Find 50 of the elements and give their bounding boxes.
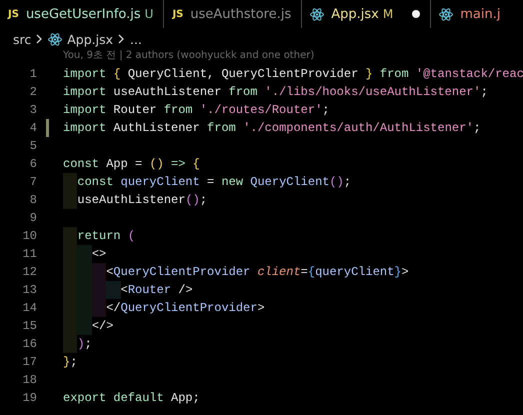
editor-tab[interactable]: main.j — [431, 0, 510, 28]
line-number: 7 — [28, 175, 37, 189]
code-line: const App = () => { — [63, 156, 200, 173]
breadcrumb-item[interactable]: src — [13, 32, 32, 46]
chevron-icon — [36, 34, 44, 44]
code-line: ); — [63, 335, 92, 353]
code-line: <QueryClientProvider client={queryClient}> — [63, 263, 409, 281]
line-number: 13 — [22, 283, 37, 297]
code-line: import Router from './routes/Router'; — [63, 102, 330, 119]
code-line: }; — [63, 354, 78, 371]
code-line: <Router /> — [63, 281, 193, 299]
line-number: 17 — [22, 355, 37, 369]
react-icon — [439, 8, 454, 20]
code-line: import { QueryClient, QueryClientProvider } from '@tanstack/reac — [63, 66, 523, 83]
editor-tab[interactable]: JS useGetUserInfo.js U — [0, 0, 164, 28]
js-file-icon: JS — [172, 8, 184, 20]
js-file-icon: JS — [8, 8, 19, 20]
blame-annotation: You, 9초 전 | 2 authors (woohyuckk and one other) — [62, 50, 316, 62]
breadcrumb-item[interactable]: ... — [130, 32, 142, 46]
line-number: 6 — [28, 157, 37, 171]
line-number: 8 — [28, 193, 37, 207]
code-line: useAuthListener(); — [63, 191, 208, 209]
line-number: 15 — [22, 319, 37, 333]
line-number: 18 — [22, 373, 37, 387]
chevron-icon — [118, 34, 126, 44]
code-line: <> — [63, 245, 106, 263]
line-number: 1 — [28, 67, 37, 81]
line-number: 12 — [22, 265, 37, 279]
line-number: 4 — [28, 121, 37, 135]
code-line: return ( — [63, 227, 136, 245]
code-line: import AuthListener from './components/auth/AuthListener'; — [63, 120, 481, 137]
line-number: 2 — [28, 85, 37, 99]
editor-tab[interactable]: JS useAuthstore.js — [164, 0, 302, 28]
line-number: 16 — [22, 337, 37, 351]
line-number: 9 — [28, 211, 37, 225]
react-icon — [48, 32, 62, 46]
code-line: </> — [63, 317, 114, 335]
line-number: 11 — [22, 247, 37, 261]
react-icon — [310, 8, 324, 20]
line-number: 14 — [22, 301, 37, 315]
editor-tab[interactable]: App.jsx M — [302, 0, 432, 28]
code-line: const queryClient = new QueryClient(); — [63, 173, 352, 191]
line-number: 10 — [22, 229, 37, 243]
line-number: 3 — [28, 103, 37, 117]
code-line: import useAuthListener from './libs/hooks/useAuthListener'; — [63, 84, 488, 101]
line-number: 5 — [28, 139, 37, 153]
code-line: </QueryClientProvider> — [63, 299, 265, 317]
code-line: export default App; — [63, 390, 200, 407]
breadcrumb-item[interactable]: App.jsx — [67, 32, 114, 46]
line-number: 19 — [22, 391, 37, 405]
